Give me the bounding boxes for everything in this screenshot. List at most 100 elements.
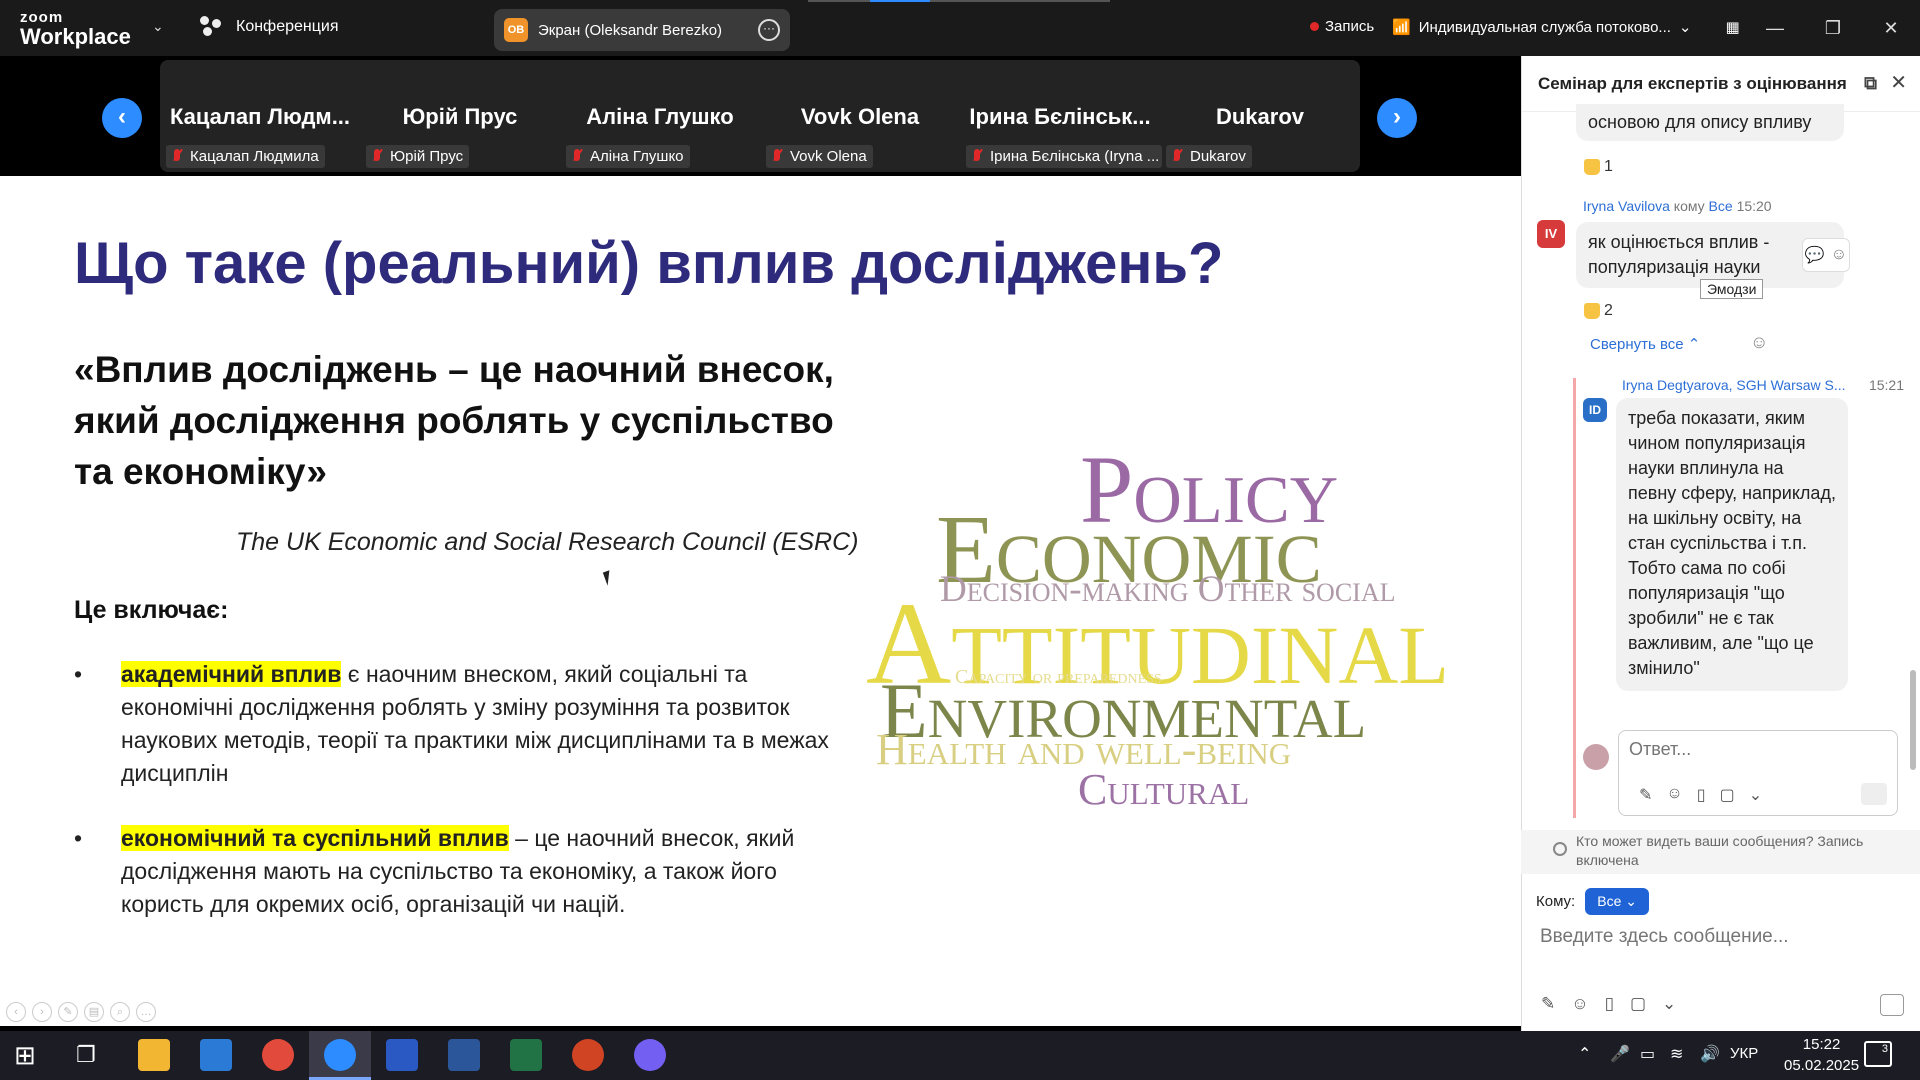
sender-name[interactable]: Iryna Vavilova [1583, 198, 1670, 214]
reaction-chip[interactable]: 1 [1584, 158, 1613, 176]
restore-icon[interactable]: ❐ [1804, 18, 1862, 39]
close-icon[interactable]: ✕ [1890, 70, 1907, 95]
meeting-button[interactable]: Конференция [200, 16, 339, 38]
format-icon[interactable]: ✎ [1541, 994, 1555, 1014]
microphone-icon[interactable]: 🎤 [1610, 1044, 1630, 1064]
excel-icon[interactable] [510, 1039, 542, 1071]
file-icon[interactable]: ▯ [1697, 785, 1706, 805]
prev-slide-icon[interactable]: ‹ [6, 1002, 26, 1022]
clock-time: 15:22 [1802, 1036, 1841, 1053]
chrome-icon[interactable] [262, 1039, 294, 1071]
format-icon[interactable]: ✎ [1639, 785, 1652, 805]
chat-message-bubble[interactable]: основою для опису впливу [1576, 104, 1844, 141]
task-view-icon[interactable]: ❐ [76, 1039, 108, 1071]
viber-icon[interactable] [634, 1039, 666, 1071]
zoom-app-icon[interactable] [324, 1039, 356, 1071]
more-icon[interactable]: ··· [758, 19, 780, 41]
word-icon[interactable] [448, 1039, 480, 1071]
mouse-cursor-icon [602, 570, 615, 586]
edge-icon[interactable] [386, 1039, 418, 1071]
chevron-up-icon: ⌃ [1687, 336, 1701, 353]
reaction-chip[interactable]: 2 [1584, 302, 1613, 320]
avatar[interactable]: ID [1583, 398, 1607, 422]
mail-icon[interactable] [200, 1039, 232, 1071]
clock[interactable]: 15:22 05.02.2025 [1784, 1034, 1859, 1076]
add-reaction-icon[interactable]: ☺ [1750, 332, 1768, 353]
collapse-label: Свернуть все [1590, 336, 1684, 353]
chat-message-bubble[interactable]: треба показати, яким чином популяризація… [1616, 398, 1848, 691]
windows-taskbar: ⊞ ❐ ⌃ 🎤 ▭ ≋ 🔊 УКР 15:22 05.02.2025 3 [0, 1031, 1920, 1080]
volume-icon[interactable]: 🔊 [1700, 1044, 1720, 1064]
powerpoint-icon[interactable] [572, 1039, 604, 1071]
people-icon [200, 16, 224, 38]
message-sender: Iryna Degtyarova, SGH Warsaw S... 15:21 [1622, 377, 1904, 393]
send-icon[interactable] [1861, 783, 1887, 805]
participant-tile[interactable]: Кацалап Людм... Кацалап Людмила [160, 60, 360, 172]
record-dot-icon [1310, 22, 1319, 31]
file-explorer-icon[interactable] [138, 1039, 170, 1071]
to-text: кому [1669, 198, 1709, 214]
participant-tile[interactable]: Аліна Глушко Аліна Глушко [560, 60, 760, 172]
collapse-all-link[interactable]: Свернуть все ⌃ [1590, 335, 1700, 353]
meeting-label: Конференция [236, 18, 339, 35]
screen-share-pill[interactable]: OB Экран (Oleksandr Berezko) ··· [494, 9, 790, 51]
participant-label: Vovk Olena [766, 145, 873, 168]
chevron-down-icon[interactable]: ⌄ [1749, 785, 1762, 805]
shared-slide: Що таке (реальний) вплив досліджень? «Вп… [0, 176, 1521, 1026]
slide-title: Що таке (реальний) вплив досліджень? [74, 231, 1224, 296]
chevron-down-icon[interactable]: ⌄ [152, 18, 164, 35]
emoji-icon[interactable]: ☺ [1571, 994, 1588, 1014]
reply-icon[interactable]: 💬 [1805, 245, 1825, 265]
participant-tiles: Кацалап Людм... Кацалап Людмила Юрій Пру… [160, 60, 1360, 172]
message-input[interactable] [1540, 926, 1900, 948]
participant-tile[interactable]: Ірина Бєлінськ... Ірина Бєлінська (Iryna… [960, 60, 1162, 172]
recording-indicator[interactable]: Запись [1310, 18, 1374, 35]
tray-chevron-icon[interactable]: ⌃ [1578, 1044, 1591, 1064]
message-text: як оцінюється вплив - популяризація наук… [1588, 232, 1770, 277]
pen-icon[interactable]: ✎ [58, 1002, 78, 1022]
message-text: треба показати, яким чином популяризація… [1628, 408, 1836, 678]
recipient-row: Кому: Все ⌄ [1536, 888, 1649, 915]
participant-tile[interactable]: Dukarov Dukarov [1160, 60, 1360, 172]
screenshot-icon[interactable]: ▢ [1630, 994, 1646, 1014]
windows-start-icon[interactable]: ⊞ [14, 1039, 46, 1071]
next-slide-icon[interactable]: › [32, 1002, 52, 1022]
sender-name[interactable]: Iryna Degtyarova, SGH Warsaw S... [1622, 377, 1846, 393]
privacy-notice[interactable]: Кто может видеть ваши сообщения? Запись … [1521, 830, 1920, 874]
zoom-icon[interactable]: ⌕ [110, 1002, 130, 1022]
slide-toolbar: ‹ › ✎ ▤ ⌕ … [6, 1002, 156, 1022]
participant-tile[interactable]: Юрій Прус Юрій Прус [360, 60, 560, 172]
battery-icon[interactable]: ▭ [1640, 1044, 1655, 1064]
message-text: основою для опису впливу [1588, 112, 1812, 132]
language-indicator[interactable]: УКР [1730, 1045, 1758, 1062]
wifi-icon[interactable]: ≋ [1670, 1044, 1683, 1064]
streaming-indicator[interactable]: 📶 Индивидуальная служба потоково... ⌄ ▦ [1392, 18, 1740, 37]
includes-heading: Це включає: [74, 596, 229, 624]
close-icon[interactable]: ✕ [1862, 18, 1920, 39]
screenshot-icon[interactable]: ▢ [1720, 785, 1735, 805]
grid-icon[interactable]: ▦ [1726, 18, 1740, 36]
participant-tile[interactable]: Vovk Olena Vovk Olena [760, 60, 960, 172]
reply-input[interactable] [1629, 739, 1879, 760]
tooltip: Эмодзи [1700, 279, 1764, 299]
chevron-down-icon[interactable]: ⌄ [1662, 994, 1676, 1014]
notification-icon[interactable]: 3 [1864, 1041, 1892, 1067]
zoom-logo[interactable]: zoom Workplace [20, 10, 131, 48]
file-icon[interactable]: ▯ [1605, 994, 1614, 1014]
chat-scrollbar[interactable] [1910, 670, 1916, 770]
add-emoji-icon[interactable]: ☺ [1831, 246, 1847, 264]
send-icon[interactable] [1880, 994, 1904, 1016]
popout-icon[interactable]: ⧉ [1864, 73, 1877, 94]
prev-participants-button[interactable]: ‹ [102, 98, 142, 138]
emoji-icon[interactable]: ☺ [1666, 785, 1682, 805]
message-time: 15:21 [1868, 377, 1904, 393]
more-icon[interactable]: … [136, 1002, 156, 1022]
avatar[interactable]: IV [1537, 220, 1565, 248]
slides-icon[interactable]: ▤ [84, 1002, 104, 1022]
recipient-select[interactable]: Все ⌄ [1585, 888, 1649, 915]
next-participants-button[interactable]: › [1377, 98, 1417, 138]
highlight-text: академічний вплив [121, 661, 342, 687]
sharer-avatar: OB [504, 18, 528, 42]
wordcloud-cultural: Cultural [1078, 765, 1250, 814]
minimize-icon[interactable]: — [1746, 18, 1804, 39]
